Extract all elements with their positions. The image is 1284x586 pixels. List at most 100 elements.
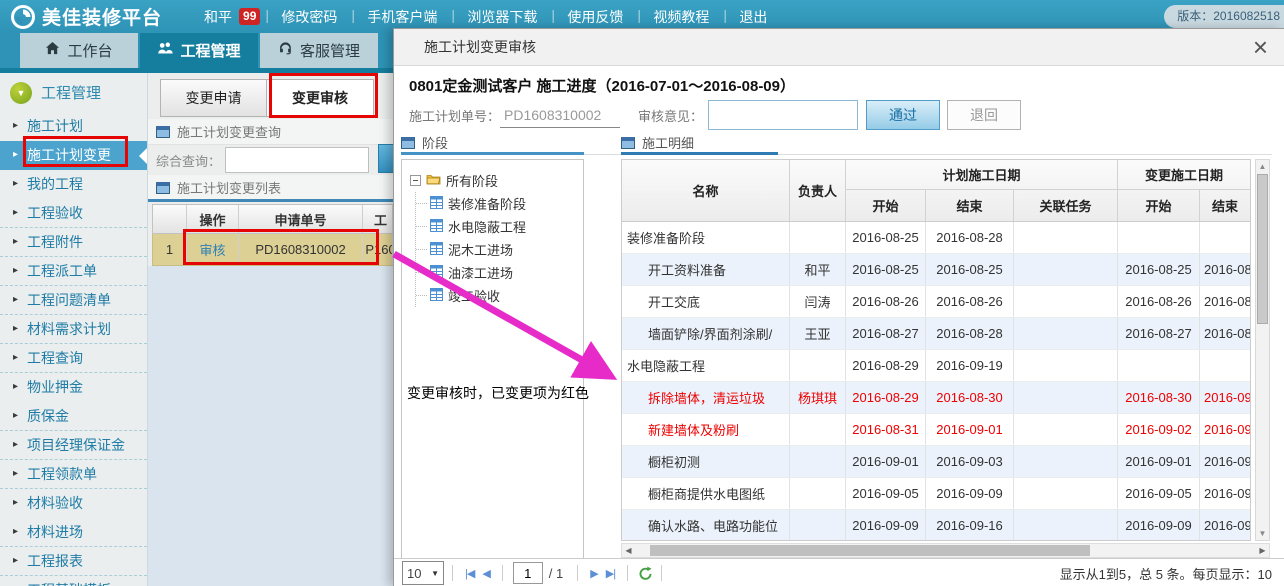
cell-plan-end: 2016-09-01: [926, 414, 1014, 445]
empty-list-area: [148, 266, 394, 586]
caret-right-icon: ▸: [13, 286, 18, 314]
cell-linked-task: [1014, 286, 1118, 317]
topbar-menu-item[interactable]: 使用反馈: [552, 7, 638, 27]
detail-row: 水电隐蔽工程 2016-08-29 2016-09-19: [622, 350, 1250, 382]
col-header-plan-start: 开始: [846, 190, 926, 221]
scroll-up-icon[interactable]: ▲: [1256, 160, 1269, 173]
change-review-dialog: 施工计划变更审核 × 0801定金测试客户 施工进度（2016-07-01～20…: [393, 28, 1284, 586]
content-tabs: 变更申请 变更审核: [160, 79, 374, 117]
caret-right-icon: ▸: [13, 170, 18, 198]
caret-right-icon: ▸: [13, 402, 18, 430]
cell-name: 开工资料准备: [622, 254, 790, 285]
cell-change-start: 2016-08-25: [1118, 254, 1200, 285]
tab-change-request[interactable]: 变更申请: [160, 79, 267, 117]
page-size-select[interactable]: 10 ▼: [402, 561, 444, 585]
page-number-input[interactable]: [513, 562, 543, 584]
sidebar-item[interactable]: ▸ 工程基础模板: [0, 576, 147, 586]
query-button[interactable]: [378, 144, 394, 173]
stage-panel-header: 阶段: [401, 133, 448, 152]
sidebar-item[interactable]: ▸ 施工计划: [0, 112, 147, 141]
sidebar-header[interactable]: ▼ 工程管理: [0, 73, 147, 112]
sidebar-item[interactable]: ▸ 材料验收: [0, 489, 147, 518]
review-link[interactable]: 审核: [199, 240, 225, 259]
tree-root-all-stages[interactable]: 所有阶段: [410, 168, 583, 192]
cell-plan-start: 2016-08-26: [846, 286, 926, 317]
tree-node-label: 水电隐蔽工程: [448, 217, 526, 236]
sidebar-item[interactable]: ▸ 材料进场: [0, 518, 147, 547]
horizontal-scroll-thumb[interactable]: [650, 545, 1090, 556]
scroll-down-icon[interactable]: ▼: [1256, 527, 1269, 540]
caret-right-icon: ▸: [13, 112, 18, 140]
topbar-menu-item[interactable]: 手机客户端: [352, 7, 452, 27]
topbar-menu-item[interactable]: 退出: [724, 7, 782, 27]
brand-title: 美佳装修平台: [42, 3, 162, 30]
window-icon: [156, 126, 170, 138]
brand-logo-icon: [10, 4, 36, 30]
cell-plan-end: 2016-09-16: [926, 510, 1014, 541]
last-page-icon[interactable]: ▶|: [606, 567, 615, 580]
cell-linked-task: [1014, 318, 1118, 349]
cell-plan-end: 2016-08-28: [926, 318, 1014, 349]
cell-plan-end: 2016-09-19: [926, 350, 1014, 381]
home-icon: [45, 41, 60, 60]
sidebar-item-label: 施工计划: [27, 118, 83, 134]
sidebar-item[interactable]: ▸ 质保金: [0, 402, 147, 431]
cell-plan-start: 2016-08-25: [846, 254, 926, 285]
tree-node[interactable]: 泥木工进场: [416, 238, 583, 261]
sidebar-item[interactable]: ▸ 工程验收: [0, 199, 147, 228]
change-list-row[interactable]: 1 审核 PD1608310002 P160: [152, 234, 394, 266]
vertical-scroll-thumb[interactable]: [1257, 174, 1268, 324]
close-icon[interactable]: ×: [1253, 32, 1268, 62]
nav-tab-workbench[interactable]: 工作台: [20, 33, 138, 68]
plan-no-field[interactable]: PD1608310002: [500, 102, 620, 128]
refresh-icon[interactable]: [638, 566, 653, 581]
first-page-icon[interactable]: |◀: [465, 567, 474, 580]
prev-page-icon[interactable]: ◀: [482, 567, 489, 580]
nav-tab-project-management[interactable]: 工程管理: [140, 33, 258, 68]
topbar-menu-item[interactable]: 视频教程: [638, 7, 724, 27]
topbar-menu: 修改密码 手机客户端 浏览器下载 使用反馈 视频教程 退出: [266, 7, 782, 27]
detail-row: 墙面铲除/界面剂涂刷/ 王亚 2016-08-27 2016-08-28 201…: [622, 318, 1250, 350]
sidebar-item[interactable]: ▸ 工程问题清单: [0, 286, 147, 315]
scroll-right-icon[interactable]: ▶: [1256, 544, 1269, 557]
tab-change-review[interactable]: 变更审核: [267, 79, 374, 117]
next-page-icon[interactable]: ▶: [590, 567, 597, 580]
nav-tab-customer-service[interactable]: 客服管理: [260, 33, 378, 68]
cell-plan-start: 2016-09-09: [846, 510, 926, 541]
sidebar-item[interactable]: ▸ 我的工程: [0, 170, 147, 199]
username[interactable]: 和平: [204, 7, 232, 27]
sidebar-item[interactable]: ▸ 工程附件: [0, 228, 147, 257]
vertical-scrollbar[interactable]: ▲ ▼: [1255, 159, 1270, 541]
tree-node[interactable]: 竣工验收: [416, 284, 583, 307]
sidebar-header-label: 工程管理: [41, 82, 101, 103]
topbar-menu-item[interactable]: 浏览器下载: [452, 7, 552, 27]
sidebar-item[interactable]: ▸ 材料需求计划: [0, 315, 147, 344]
detail-table-header: 名称 负责人 计划施工日期 开始 结束 关联任务 变更施工日期 开始 结束: [622, 160, 1250, 222]
sidebar-item[interactable]: ▸ 工程派工单: [0, 257, 147, 286]
cell-owner: [790, 222, 846, 253]
sidebar-item[interactable]: ▸ 物业押金: [0, 373, 147, 402]
tree-node[interactable]: 油漆工进场: [416, 261, 583, 284]
cell-change-end: 2016-09-09: [1200, 478, 1250, 509]
sidebar-item[interactable]: ▸ 工程查询: [0, 344, 147, 373]
approve-button[interactable]: 通过: [866, 100, 940, 130]
sidebar-menu: ▸ 施工计划 ▸ 施工计划变更 ▸ 我的工程 ▸ 工程验收: [0, 112, 147, 586]
opinion-input[interactable]: [708, 100, 858, 130]
query-input[interactable]: [225, 147, 369, 173]
notification-badge[interactable]: 99: [239, 8, 260, 25]
opinion-label: 审核意见：: [638, 106, 703, 125]
sidebar-item[interactable]: ▸ 施工计划变更: [0, 141, 147, 170]
tree-node[interactable]: 装修准备阶段: [416, 192, 583, 215]
sidebar-item[interactable]: ▸ 项目经理保证金: [0, 431, 147, 460]
reject-button[interactable]: 退回: [947, 100, 1021, 130]
sidebar-item[interactable]: ▸ 工程领款单: [0, 460, 147, 489]
sidebar-item[interactable]: ▸ 工程报表: [0, 547, 147, 576]
tree-node[interactable]: 水电隐蔽工程: [416, 215, 583, 238]
pagination-bar: 10 ▼ |◀ ◀ / 1 ▶ ▶| 显示从1到5，总 5 条。每页显示：10: [394, 558, 1284, 586]
cell-linked-task: [1014, 510, 1118, 541]
topbar-menu-item[interactable]: 修改密码: [266, 7, 352, 27]
horizontal-scrollbar[interactable]: ◀ ▶: [621, 543, 1270, 558]
collapse-icon[interactable]: [410, 175, 421, 186]
grid-icon: [430, 219, 443, 235]
scroll-left-icon[interactable]: ◀: [622, 544, 635, 557]
